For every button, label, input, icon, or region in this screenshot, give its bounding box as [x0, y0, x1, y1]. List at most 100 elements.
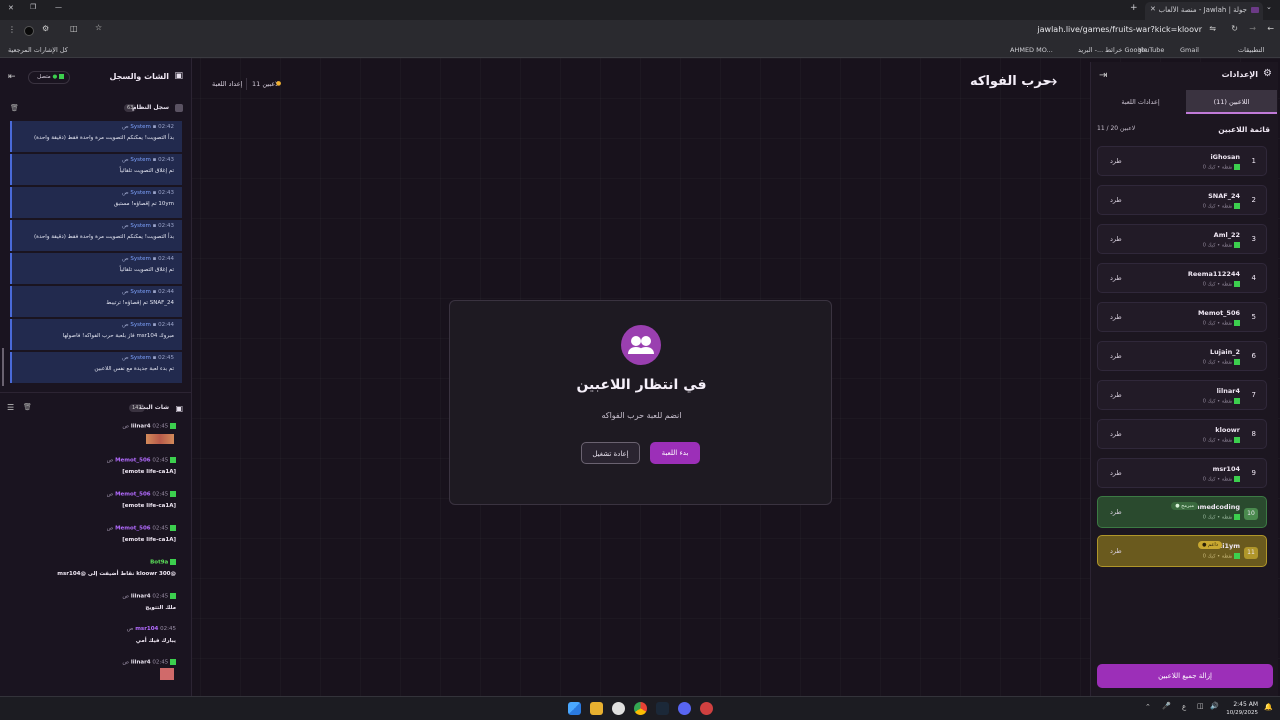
discord-icon[interactable]	[678, 702, 691, 715]
settings-panel: ⇥ الإعدادات ⚙ اللاعبين (11) إعدادات اللع…	[1090, 62, 1278, 696]
chat-panel: ⇤ ● متصل الشات والسجل ▣ 🗑 63 سجل النظام …	[0, 58, 192, 696]
restart-button[interactable]: إعادة تشغيل	[581, 442, 640, 464]
kick-button[interactable]: طرد	[1110, 508, 1122, 516]
tab-search-icon[interactable]: ⌄	[1266, 3, 1272, 11]
system-message: System ▪ 02:43 ص تم إغلاق التصويت تلقائيا…	[10, 154, 182, 185]
back-icon[interactable]: ←	[1267, 24, 1274, 33]
kick-button[interactable]: طرد	[1110, 274, 1122, 282]
list-view-icon[interactable]: ☰	[7, 403, 14, 412]
tab-game-settings[interactable]: إعدادات اللعبة	[1095, 90, 1186, 114]
bookmark-youtube[interactable]: YouTube	[1138, 45, 1164, 55]
microphone-icon[interactable]: 🎤	[1162, 702, 1171, 710]
bookmark-gmail[interactable]: Gmail	[1180, 45, 1199, 55]
file-explorer-icon[interactable]	[590, 702, 603, 715]
chrome-icon[interactable]	[634, 702, 647, 715]
network-icon[interactable]: ◫	[1197, 702, 1204, 710]
system-message: System ▪ 02:44 ص تم إغلاق التصويت تلقائيا…	[10, 253, 182, 284]
kick-button[interactable]: طرد	[1110, 391, 1122, 399]
player-row: 1 iGhosan 0 نقطة • كيك طرد	[1097, 146, 1267, 176]
address-bar[interactable]: jawlah.live/games/fruits-war?kick=kloovr	[1037, 25, 1202, 34]
player-row-highlighted: 11 1i1ym ● داعم 0 نقطة • كيك طرد	[1097, 535, 1267, 567]
app-icon[interactable]	[700, 702, 713, 715]
kick-icon	[1234, 164, 1240, 170]
restore-window-icon[interactable]: ❐	[30, 3, 36, 11]
notification-icon[interactable]: 🔔	[1264, 703, 1273, 711]
bookmark-apps[interactable]: التطبيقات	[1238, 45, 1264, 55]
kick-button[interactable]: طرد	[1110, 196, 1122, 204]
game-title: حرب الفواكه	[970, 74, 1052, 89]
system-log-title: سجل النظام	[132, 104, 169, 111]
reload-icon[interactable]: ↻	[1231, 24, 1238, 33]
steam-icon[interactable]	[656, 702, 669, 715]
minimize-window-icon[interactable]: —	[55, 3, 62, 11]
settings-app-icon[interactable]	[612, 702, 625, 715]
chat-message: Memot_506 02:45 ص [emote life-ca1A]	[106, 491, 176, 509]
kick-button[interactable]: طرد	[1110, 430, 1122, 438]
kick-button[interactable]: طرد	[1110, 352, 1122, 360]
kick-icon	[1234, 514, 1240, 520]
chat-message: lilnar4 02:45 ص	[0, 421, 186, 451]
close-tab-icon[interactable]: ✕	[1150, 5, 1156, 13]
developer-badge: ● مبرمج	[1171, 502, 1198, 510]
kick-icon	[170, 525, 176, 531]
start-game-button[interactable]: بدء اللعبة	[650, 442, 700, 464]
bookmark-star-icon[interactable]: ☆	[95, 23, 102, 32]
status-dot-icon: ●	[52, 74, 58, 80]
emote-image	[160, 668, 174, 680]
all-bookmarks-link[interactable]: كل الإشارات المرجعية	[8, 45, 68, 55]
tab-players[interactable]: اللاعبين (11)	[1186, 90, 1277, 114]
kick-icon	[1234, 476, 1240, 482]
tab-title: جولة | Jawlah - منصة الألعاب ال...	[1159, 6, 1247, 14]
kick-icon	[1234, 281, 1240, 287]
kick-icon	[1234, 242, 1240, 248]
clear-log-icon[interactable]: 🗑	[10, 104, 19, 112]
system-message: System ▪ 02:43 ص 10ym تم إقصاؤه! مستبق	[10, 187, 182, 218]
kick-icon	[59, 74, 64, 79]
live-chat-title: شات البث	[139, 404, 169, 411]
profile-avatar[interactable]	[24, 26, 34, 36]
start-menu-icon[interactable]	[568, 702, 581, 715]
menu-icon[interactable]: ⋮	[8, 25, 16, 34]
players-icon	[621, 325, 661, 365]
kick-icon	[170, 491, 176, 497]
chat-message: lilnar4 02:45 ص ملك التتويج	[122, 593, 176, 611]
kick-button[interactable]: طرد	[1110, 547, 1122, 555]
system-message: System ▪ 02:43 ص بدأ التصويت! يمكنكم التص…	[10, 220, 182, 251]
clear-chat-icon[interactable]: 🗑	[23, 403, 32, 411]
volume-icon[interactable]: 🔊	[1210, 702, 1219, 710]
player-row: 8 kloowr 0 نقطة • كيك طرد	[1097, 419, 1267, 449]
extension-icon[interactable]: ⚙	[42, 24, 49, 33]
game-settings-link[interactable]: إعداد اللعبة	[212, 80, 242, 88]
close-window-icon[interactable]: ✕	[8, 4, 14, 12]
forward-icon[interactable]: →	[1249, 24, 1256, 33]
language-indicator[interactable]: ع	[1182, 703, 1186, 711]
clock-date[interactable]: 10/29/2025	[1222, 710, 1258, 716]
modal-title: في انتظار اللاعبين	[576, 377, 707, 393]
collapse-panel-icon[interactable]: ⇤	[8, 72, 16, 82]
status-dot-icon: ●	[276, 80, 282, 87]
site-info-icon[interactable]: ⇋	[1209, 24, 1216, 33]
bookmark-ahmed[interactable]: AHMED MO...	[1010, 45, 1053, 55]
kick-icon	[170, 593, 176, 599]
collapse-panel-icon[interactable]: ⇥	[1099, 70, 1107, 81]
log-scrollbar[interactable]	[2, 348, 4, 386]
remove-all-players-button[interactable]: إزالة جميع اللاعبين	[1097, 664, 1273, 688]
kick-button[interactable]: طرد	[1110, 157, 1122, 165]
extensions-puzzle-icon[interactable]: ◫	[70, 24, 78, 33]
kick-button[interactable]: طرد	[1110, 235, 1122, 243]
page-main: ⇤ ● متصل الشات والسجل ▣ 🗑 63 سجل النظام …	[0, 58, 1280, 696]
kick-icon	[170, 659, 176, 665]
bookmark-mail[interactable]: البريد -...	[1078, 45, 1103, 55]
chevron-up-icon[interactable]: ⌃	[1145, 703, 1151, 711]
system-message: System ▪ 02:44 ص مبروك msr104 فاز بلعبة ح…	[10, 319, 182, 350]
active-tab[interactable]: ✕ جولة | Jawlah - منصة الألعاب ال...	[1145, 2, 1263, 20]
kick-icon	[1234, 203, 1240, 209]
chat-panel-title: الشات والسجل	[109, 72, 169, 81]
kick-button[interactable]: طرد	[1110, 313, 1122, 321]
new-tab-icon[interactable]: +	[1130, 3, 1138, 13]
clock-time[interactable]: 2:45 AM	[1222, 701, 1258, 708]
kick-icon	[170, 559, 176, 565]
back-arrow-icon[interactable]: →	[1044, 72, 1057, 91]
modal-subtitle: انضم للعبة حرب الفواكه	[601, 411, 682, 420]
kick-button[interactable]: طرد	[1110, 469, 1122, 477]
